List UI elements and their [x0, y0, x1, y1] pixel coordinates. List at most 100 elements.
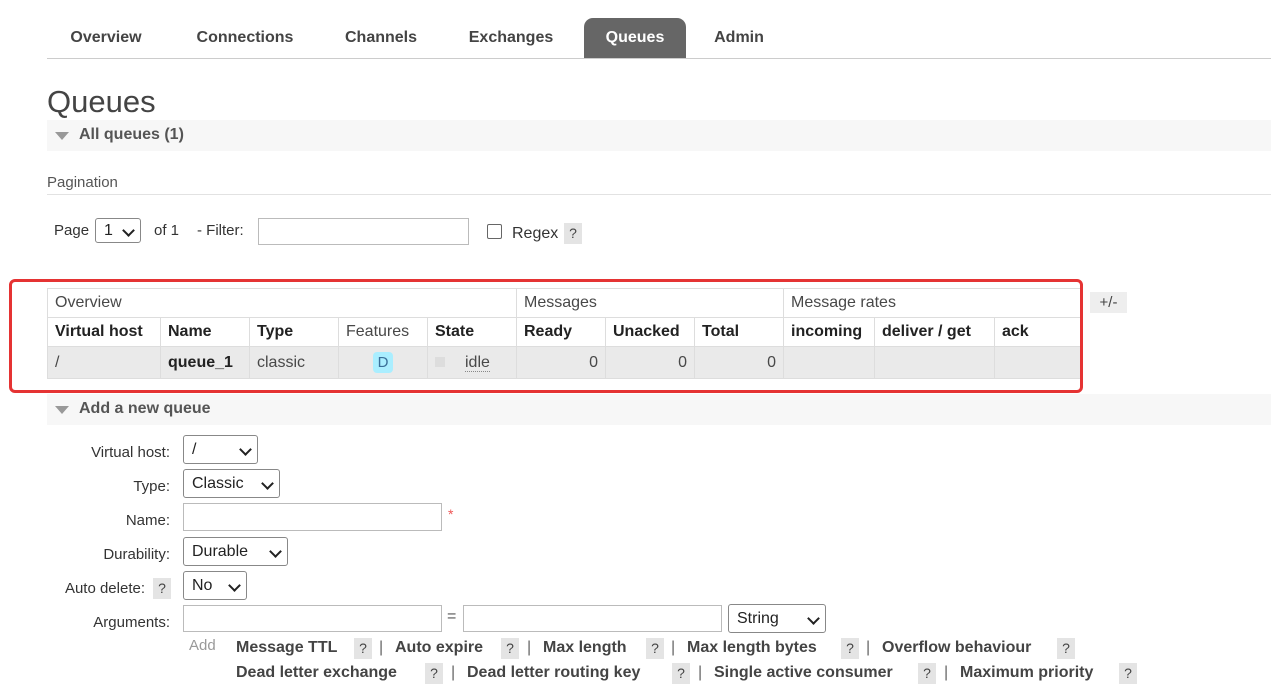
of-pages-label: of 1 — [154, 222, 180, 239]
col-type[interactable]: Type — [249, 317, 339, 347]
single-active-consumer-help-button[interactable]: ? — [918, 663, 936, 684]
separator: | — [866, 639, 871, 656]
col-virtual-host[interactable]: Virtual host — [47, 317, 161, 347]
arg-link-maximum-priority[interactable]: Maximum priority — [960, 664, 1093, 682]
add-queue-heading: Add a new queue — [79, 400, 211, 417]
arg-link-single-active-consumer[interactable]: Single active consumer — [714, 664, 893, 682]
all-queues-heading: All queues (1) — [79, 126, 184, 143]
max-length-help-button[interactable]: ? — [646, 638, 664, 659]
name-label: Name: — [125, 512, 170, 529]
overflow-behaviour-help-button[interactable]: ? — [1057, 638, 1075, 659]
col-ack[interactable]: ack — [994, 317, 1083, 347]
maximum-priority-help-button[interactable]: ? — [1119, 663, 1137, 684]
col-deliver-get[interactable]: deliver / get — [874, 317, 995, 347]
chevron-down-icon — [807, 612, 820, 625]
equals-sign: = — [447, 608, 457, 625]
arg-link-overflow-behaviour[interactable]: Overflow behaviour — [882, 639, 1031, 657]
separator: | — [698, 664, 703, 681]
page-select-value: 1 — [104, 222, 113, 239]
arg-link-auto-expire[interactable]: Auto expire — [395, 639, 483, 657]
auto-delete-select[interactable]: No — [183, 571, 247, 600]
vhost-select-value: / — [192, 441, 197, 458]
collapse-triangle-icon — [55, 406, 69, 414]
group-header-overview: Overview — [47, 288, 517, 318]
required-marker: * — [448, 506, 454, 522]
tab-channels[interactable]: Channels — [327, 18, 435, 58]
main-nav: Overview Connections Channels Exchanges … — [47, 18, 1271, 59]
cell-unacked: 0 — [605, 346, 695, 379]
arg-link-max-length-bytes[interactable]: Max length bytes — [687, 639, 817, 657]
state-indicator-icon — [435, 357, 445, 368]
dead-letter-routing-key-help-button[interactable]: ? — [672, 663, 690, 684]
type-label: Type: — [133, 478, 170, 495]
arg-link-dead-letter-exchange[interactable]: Dead letter exchange — [236, 664, 397, 682]
tab-exchanges[interactable]: Exchanges — [449, 18, 573, 58]
arg-link-message-ttl[interactable]: Message TTL — [236, 639, 337, 657]
group-header-message-rates: Message rates — [783, 288, 1083, 318]
arg-link-dead-letter-routing-key[interactable]: Dead letter routing key — [467, 664, 640, 682]
col-state[interactable]: State — [427, 317, 517, 347]
separator: | — [527, 639, 532, 656]
queues-table: Overview Messages Message rates Virtual … — [47, 288, 1083, 379]
col-unacked[interactable]: Unacked — [605, 317, 695, 347]
auto-delete-select-value: No — [192, 577, 213, 594]
regex-help-button[interactable]: ? — [564, 223, 582, 244]
queue-name-input[interactable] — [183, 503, 442, 531]
arguments-label: Arguments: — [93, 614, 170, 631]
col-total[interactable]: Total — [694, 317, 784, 347]
cell-ack — [994, 346, 1083, 379]
col-features: Features — [338, 317, 428, 347]
separator: | — [671, 639, 676, 656]
page-label: Page — [54, 222, 90, 239]
argument-type-value: String — [737, 610, 779, 627]
argument-key-input[interactable] — [183, 605, 442, 632]
all-queues-header[interactable]: All queues (1) — [47, 120, 1271, 151]
tab-queues[interactable]: Queues — [584, 18, 686, 58]
argument-type-select[interactable]: String — [728, 604, 826, 633]
collapse-triangle-icon — [55, 132, 69, 140]
add-argument-label: Add — [189, 637, 216, 654]
queue-name-link[interactable]: queue_1 — [160, 346, 250, 379]
cell-type: classic — [249, 346, 339, 379]
regex-label: Regex — [512, 225, 559, 242]
dead-letter-exchange-help-button[interactable]: ? — [425, 663, 443, 684]
filter-label: - Filter: — [197, 222, 244, 239]
vhost-select[interactable]: / — [183, 435, 258, 464]
col-incoming[interactable]: incoming — [783, 317, 875, 347]
auto-delete-label: Auto delete: — [64, 580, 145, 597]
tab-admin[interactable]: Admin — [697, 18, 781, 58]
chevron-down-icon — [228, 579, 241, 592]
chevron-down-icon — [239, 443, 252, 456]
add-queue-header[interactable]: Add a new queue — [47, 394, 1271, 425]
auto-expire-help-button[interactable]: ? — [501, 638, 519, 659]
col-name[interactable]: Name — [160, 317, 250, 347]
type-select[interactable]: Classic — [183, 469, 280, 498]
arg-link-max-length[interactable]: Max length — [543, 639, 627, 657]
page-title: Queues — [47, 84, 156, 119]
column-toggle-button[interactable]: +/- — [1090, 292, 1127, 313]
table-row: / queue_1 classic D idle 0 0 0 — [47, 346, 1083, 379]
message-ttl-help-button[interactable]: ? — [354, 638, 372, 659]
type-select-value: Classic — [192, 475, 244, 492]
filter-input[interactable] — [258, 218, 469, 245]
divider — [47, 194, 1271, 195]
durability-select-value: Durable — [192, 543, 249, 560]
separator: | — [944, 664, 949, 681]
separator: | — [379, 639, 384, 656]
page-select[interactable]: 1 — [95, 218, 141, 243]
tab-overview[interactable]: Overview — [47, 18, 165, 58]
max-length-bytes-help-button[interactable]: ? — [841, 638, 859, 659]
durable-badge: D — [372, 352, 394, 373]
cell-features: D — [338, 346, 428, 379]
chevron-down-icon — [269, 545, 282, 558]
col-ready[interactable]: Ready — [516, 317, 606, 347]
cell-ready: 0 — [516, 346, 606, 379]
regex-checkbox[interactable] — [487, 224, 502, 239]
chevron-down-icon — [261, 477, 274, 490]
cell-total: 0 — [694, 346, 784, 379]
tab-connections[interactable]: Connections — [177, 18, 313, 58]
argument-value-input[interactable] — [463, 605, 722, 632]
auto-delete-help-button[interactable]: ? — [153, 578, 171, 599]
separator: | — [451, 664, 456, 681]
durability-select[interactable]: Durable — [183, 537, 288, 566]
